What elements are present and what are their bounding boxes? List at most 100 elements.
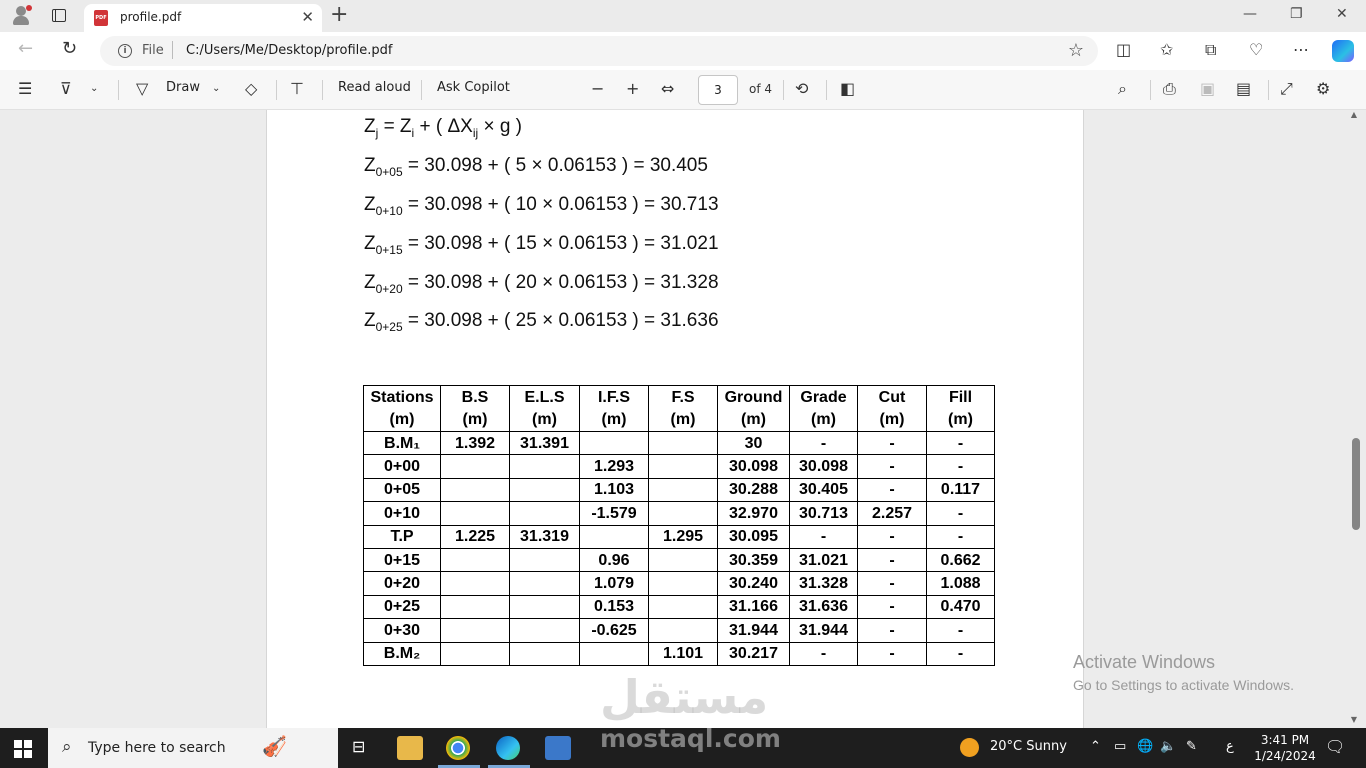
chevron-down-icon[interactable]: ⌄	[90, 83, 98, 94]
chrome-icon[interactable]	[446, 736, 470, 760]
collections-icon[interactable]: ⧉	[1205, 40, 1216, 60]
task-view-icon[interactable]: ⊟	[352, 737, 365, 756]
zoom-in-icon[interactable]: +	[626, 79, 639, 98]
contents-list-icon[interactable]: ☰	[18, 79, 32, 98]
profile-icon[interactable]	[10, 5, 34, 27]
windows-start-icon[interactable]	[14, 740, 32, 758]
table-cell: -	[857, 618, 927, 643]
fit-width-icon[interactable]: ⇔	[661, 79, 674, 98]
scroll-down-icon[interactable]: ▼	[1351, 715, 1357, 724]
copilot-icon[interactable]	[1332, 40, 1354, 62]
more-options-icon[interactable]: ⋯	[1293, 40, 1309, 59]
new-tab-icon[interactable]: +	[330, 3, 348, 27]
reload-icon[interactable]: ↻	[62, 38, 77, 59]
toolbar-divider	[118, 80, 119, 100]
table-cell: 0.470	[926, 594, 995, 620]
table-cell: 31.166	[717, 594, 790, 620]
table-cell: -	[857, 524, 927, 549]
equation-line: Z0+05 = 30.098 + ( 5 × 0.06153 ) = 30.40…	[364, 155, 708, 179]
table-cell: -	[789, 524, 858, 549]
edge-icon[interactable]	[496, 736, 520, 760]
volume-icon[interactable]: 🔈	[1160, 739, 1176, 754]
scroll-up-icon[interactable]: ▲	[1351, 110, 1357, 119]
table-row: 0+20 1.079 30.240 31.328-1.088	[363, 571, 995, 596]
network-icon[interactable]: 🌐	[1137, 739, 1153, 754]
column-header: E.L.S (m)	[509, 385, 580, 432]
table-row: B.M₂ 1.101 30.217- - -	[363, 641, 995, 666]
info-icon[interactable]: i	[118, 44, 132, 58]
table-cell: 1.101	[648, 641, 718, 666]
table-cell: 31.944	[789, 618, 858, 643]
equation-line: Z0+10 = 30.098 + ( 10 × 0.06153 ) = 30.7…	[364, 194, 719, 218]
table-cell: 30.240	[717, 571, 790, 596]
search-icon: ⌕	[62, 737, 72, 757]
file-explorer-icon[interactable]	[397, 736, 423, 760]
battery-icon[interactable]: ▭	[1114, 739, 1126, 754]
weather-text[interactable]: 20°C Sunny	[990, 739, 1067, 754]
column-header-title: I.F.S	[597, 388, 630, 406]
table-cell	[579, 524, 649, 549]
tab-profile-pdf[interactable]: PDF profile.pdf ✕	[84, 4, 322, 32]
url-field[interactable]: i File C:/Users/Me/Desktop/profile.pdf ☆	[100, 36, 1098, 66]
table-cell: -0.625	[579, 618, 649, 643]
pdf-page: Zj = Zi + ( ΔXij × g ) Z0+05 = 30.098 + …	[266, 110, 1084, 728]
highlight-icon[interactable]: ⊽	[60, 79, 72, 98]
clock[interactable]: 3:41 PM 1/24/2024	[1254, 732, 1316, 764]
equation-line: Z0+25 = 30.098 + ( 25 × 0.06153 ) = 31.6…	[364, 310, 719, 334]
eraser-icon[interactable]: ◇	[245, 79, 257, 98]
chevron-down-icon[interactable]: ⌄	[212, 83, 220, 94]
search-icon[interactable]: ⌕	[1118, 79, 1127, 99]
input-language[interactable]: ع	[1226, 739, 1234, 754]
tab-close-icon[interactable]: ✕	[301, 8, 314, 26]
favorites-icon[interactable]: ✩	[1160, 40, 1173, 59]
close-window-icon[interactable]: ✕	[1336, 6, 1348, 22]
table-cell	[648, 477, 718, 503]
url-text[interactable]: C:/Users/Me/Desktop/profile.pdf	[186, 43, 392, 58]
ask-copilot-button[interactable]: Ask Copilot	[437, 80, 510, 95]
url-scheme-label: File	[142, 43, 164, 58]
tab-actions-icon[interactable]	[52, 9, 66, 22]
table-cell: 30.405	[789, 477, 858, 503]
remote-desktop-icon[interactable]	[545, 736, 571, 760]
brand-watermark-url: mostaql.com	[600, 724, 781, 753]
table-cell: 30.713	[789, 501, 858, 526]
table-cell	[509, 477, 580, 503]
page-number-input[interactable]: 3	[698, 75, 738, 105]
save-as-icon[interactable]: ▤	[1236, 79, 1251, 98]
print-icon[interactable]: ⎙	[1163, 79, 1176, 99]
split-screen-icon[interactable]: ◫	[1116, 40, 1131, 59]
column-header-title: B.S	[461, 388, 489, 406]
draw-icon[interactable]: ▽	[136, 79, 148, 98]
text-box-icon[interactable]: ⊤	[290, 79, 304, 98]
table-cell: 0.153	[579, 594, 649, 620]
table-cell: 31.328	[789, 571, 858, 596]
column-header: F.S (m)	[648, 385, 718, 432]
save-icon[interactable]: ▣	[1200, 79, 1215, 98]
favorite-star-icon[interactable]: ☆	[1068, 40, 1084, 61]
fullscreen-icon[interactable]: ⤢	[1280, 79, 1293, 99]
browser-essentials-icon[interactable]: ♡	[1249, 40, 1263, 59]
notifications-icon[interactable]: 🗨	[1325, 737, 1345, 756]
pen-icon[interactable]: ✎	[1186, 739, 1197, 754]
table-cell	[440, 594, 510, 620]
pdf-viewer[interactable]: Zj = Zi + ( ΔXij × g ) Z0+05 = 30.098 + …	[0, 110, 1366, 728]
column-header: I.F.S (m)	[579, 385, 649, 432]
settings-gear-icon[interactable]: ⚙	[1316, 79, 1330, 98]
read-aloud-button[interactable]: Read aloud	[338, 80, 411, 95]
weather-sun-icon[interactable]	[960, 738, 979, 757]
zoom-out-icon[interactable]: −	[591, 79, 604, 98]
draw-button[interactable]: Draw	[166, 80, 200, 95]
toolbar-divider	[322, 80, 323, 100]
toolbar-divider	[826, 80, 827, 100]
restore-icon[interactable]: ❐	[1290, 6, 1303, 22]
vertical-scrollbar[interactable]: ▲ ▼	[1351, 110, 1362, 728]
taskbar-search-input[interactable]: ⌕ Type here to search 🎻	[48, 728, 338, 768]
table-cell: 0+00	[363, 454, 441, 479]
back-arrow-icon[interactable]: ←	[18, 38, 33, 59]
table-cell: B.M₁	[363, 430, 441, 456]
page-view-icon[interactable]: ◧	[840, 79, 855, 98]
minimize-icon[interactable]: —	[1243, 6, 1257, 22]
chevron-up-icon[interactable]: ⌃	[1090, 739, 1101, 754]
rotate-icon[interactable]: ⟲	[795, 79, 808, 98]
scrollbar-thumb[interactable]	[1352, 438, 1360, 530]
